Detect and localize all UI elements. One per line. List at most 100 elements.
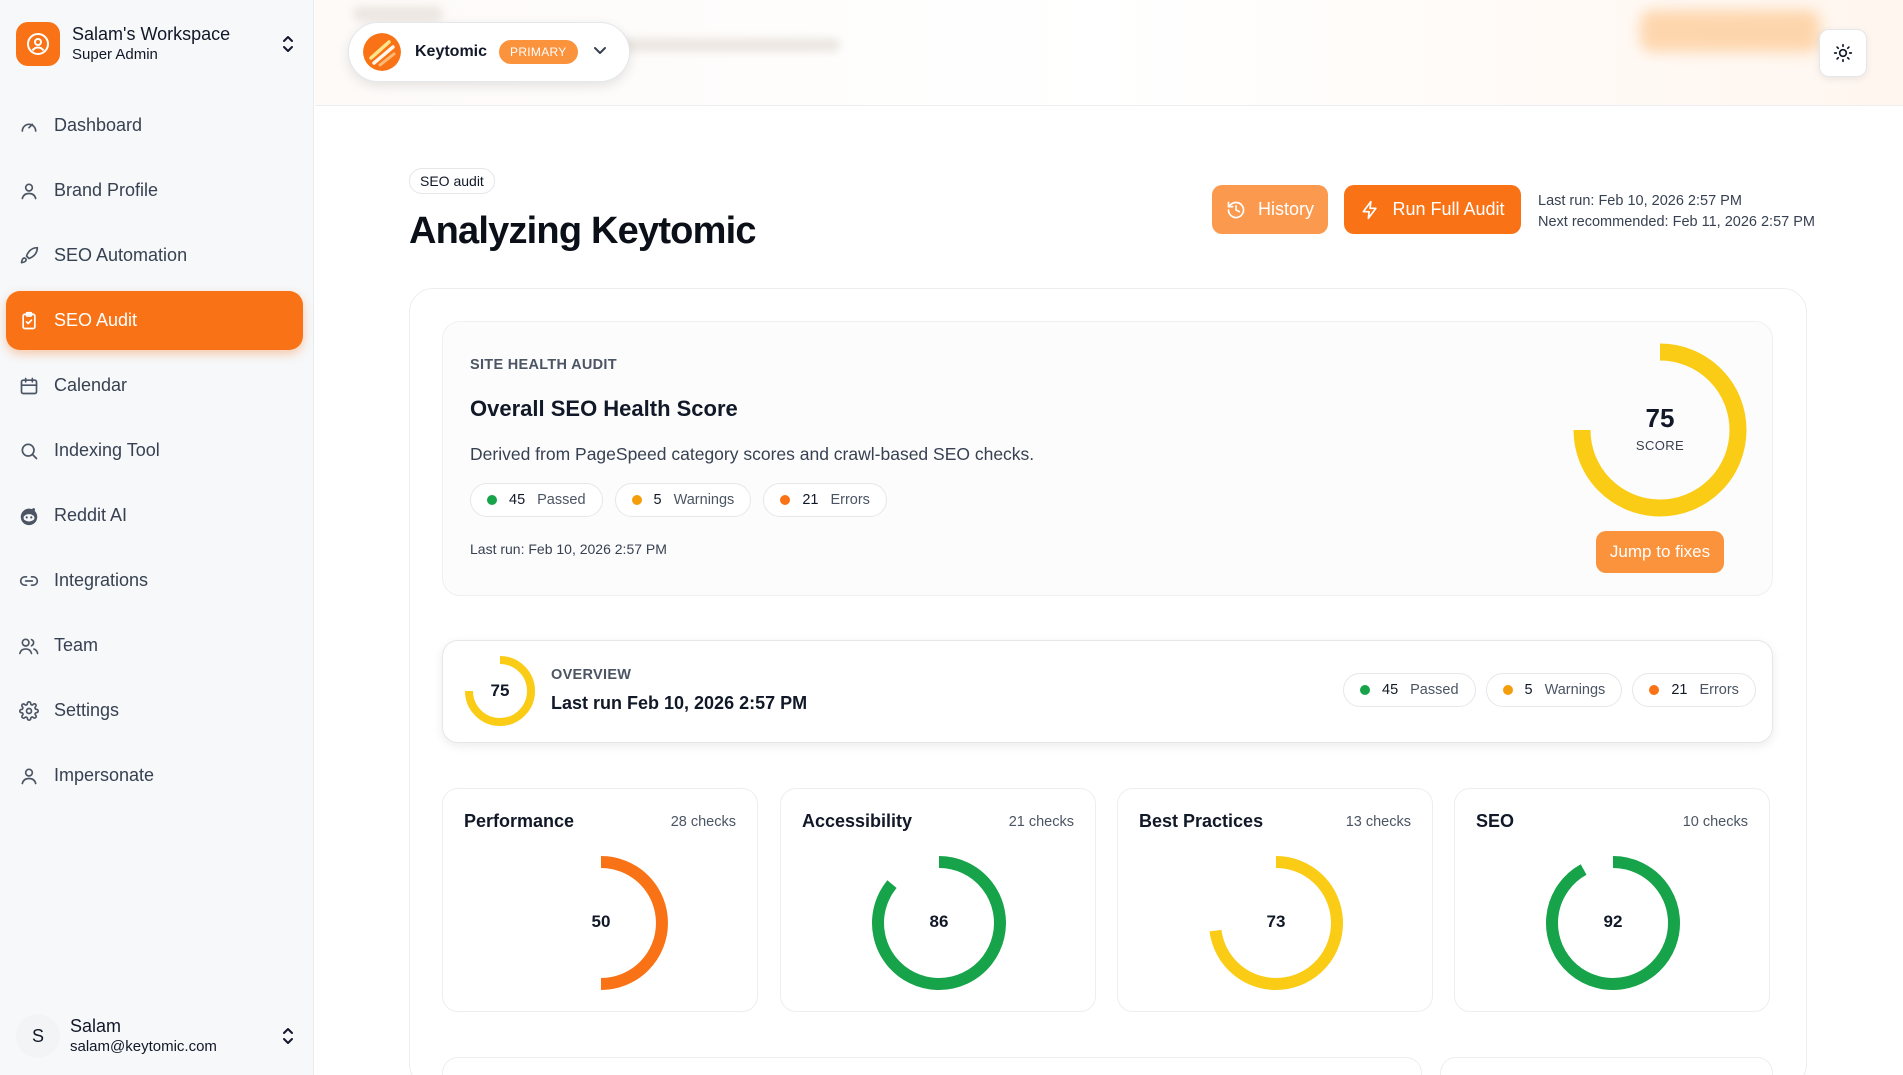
errors-count: 21 <box>1671 682 1688 698</box>
rocket-icon <box>17 244 41 268</box>
overview-title: Last run Feb 10, 2026 2:57 PM <box>551 693 808 713</box>
jump-to-fixes-button[interactable]: Jump to fixes <box>1596 531 1724 573</box>
category-card-best-practices[interactable]: Best Practices 13 checks 73 <box>1117 788 1433 1012</box>
category-checks: 21 checks <box>1008 814 1074 830</box>
warnings-label: Warnings <box>673 492 735 508</box>
clipboard-check-icon <box>17 309 41 333</box>
health-score-value: 75 <box>1645 403 1675 433</box>
category-title: Performance <box>464 811 575 831</box>
history-label: History <box>1257 199 1314 219</box>
errors-label: Errors <box>1699 682 1739 698</box>
category-checks: 10 checks <box>1682 814 1748 830</box>
history-button[interactable]: History <box>1212 185 1328 234</box>
brand-switcher[interactable]: Keytomic PRIMARY <box>348 22 630 82</box>
passed-label: Passed <box>537 492 586 508</box>
chevrons-up-down-icon <box>278 1024 298 1048</box>
last-run-text: Last run: Feb 10, 2026 2:57 PM <box>1538 193 1742 209</box>
overview-score-value: 75 <box>490 681 510 700</box>
sidebar-item-label: Impersonate <box>54 765 155 785</box>
sidebar-item-indexing-tool[interactable]: Indexing Tool <box>6 421 303 480</box>
sidebar-item-label: SEO Automation <box>54 245 188 265</box>
blurred-button <box>1640 10 1820 52</box>
passed-dot-icon <box>1360 685 1370 695</box>
sidebar-item-label: Brand Profile <box>54 180 159 200</box>
warnings-count: 5 <box>1524 682 1533 698</box>
sidebar-item-label: Indexing Tool <box>54 440 160 460</box>
passed-count: 45 <box>509 492 526 508</box>
overview-summary-chips: 45 Passed 5 Warnings 21 Errors <box>1343 673 1756 707</box>
blurred-heading <box>353 6 443 22</box>
passed-chip: 45 Passed <box>470 483 603 517</box>
sidebar-item-integrations[interactable]: Integrations <box>6 551 303 610</box>
errors-chip: 21 Errors <box>763 483 887 517</box>
chevron-down-icon <box>592 42 608 63</box>
health-last-run: Last run: Feb 10, 2026 2:57 PM <box>470 541 667 557</box>
category-card-seo[interactable]: SEO 10 checks 92 <box>1454 788 1770 1012</box>
avatar: S <box>16 1014 60 1058</box>
sidebar-item-seo-audit[interactable]: SEO Audit <box>6 291 303 350</box>
sidebar-item-label: Integrations <box>54 570 149 590</box>
category-title: Accessibility <box>802 811 913 831</box>
warnings-chip: 5 Warnings <box>1485 673 1623 707</box>
warnings-count: 5 <box>653 492 662 508</box>
blurred-subheading <box>620 38 840 52</box>
gear-icon <box>17 699 41 723</box>
users-icon <box>17 634 41 658</box>
errors-count: 21 <box>802 492 819 508</box>
health-score-label: SCORE <box>1635 438 1685 453</box>
sidebar-nav: Dashboard Brand Profile SEO Automation S… <box>6 96 303 811</box>
warning-dot-icon <box>1502 685 1513 695</box>
sidebar-item-label: Calendar <box>54 375 128 395</box>
sidebar-item-reddit-ai[interactable]: Reddit AI <box>6 486 303 545</box>
sidebar-item-team[interactable]: Team <box>6 616 303 675</box>
category-card-performance[interactable]: Performance 28 checks 50 <box>442 788 758 1012</box>
run-schedule: Last run: Feb 10, 2026 2:57 PM Next reco… <box>1538 191 1815 233</box>
gauge-icon <box>17 114 41 138</box>
site-health-label: SITE HEALTH AUDIT <box>470 357 617 373</box>
sidebar-item-label: Reddit AI <box>54 505 128 525</box>
user-icon <box>17 764 41 788</box>
workspace-switcher[interactable]: Salam's Workspace Super Admin <box>16 20 298 68</box>
site-health-title: Overall SEO Health Score <box>470 396 738 421</box>
user-menu[interactable]: S Salam salam@keytomic.com <box>16 1010 298 1062</box>
theme-toggle-button[interactable] <box>1819 29 1867 77</box>
sidebar-item-label: Dashboard <box>54 115 143 135</box>
sidebar-item-seo-automation[interactable]: SEO Automation <box>6 226 303 285</box>
workspace-role: Super Admin <box>72 46 158 63</box>
category-score: 50 <box>591 912 611 931</box>
search-icon <box>17 439 41 463</box>
next-recommended-text: Next recommended: Feb 11, 2026 2:57 PM <box>1538 214 1815 230</box>
category-score: 92 <box>1603 912 1623 931</box>
category-score: 86 <box>929 912 949 931</box>
reddit-icon <box>17 504 41 528</box>
overview-label: OVERVIEW <box>551 667 632 683</box>
history-icon <box>1227 201 1245 218</box>
sidebar-item-dashboard[interactable]: Dashboard <box>6 96 303 155</box>
category-title: Best Practices <box>1139 811 1264 831</box>
passed-dot-icon <box>487 495 497 505</box>
warnings-label: Warnings <box>1544 682 1606 698</box>
bottom-card-right <box>1440 1057 1773 1075</box>
sidebar-item-brand-profile[interactable]: Brand Profile <box>6 161 303 220</box>
chevrons-up-down-icon <box>278 32 298 56</box>
category-score: 73 <box>1266 912 1286 931</box>
user-email: salam@keytomic.com <box>70 1038 217 1055</box>
sun-icon <box>1833 43 1853 63</box>
bottom-card-left <box>442 1057 1422 1075</box>
zap-icon <box>1362 200 1378 219</box>
sidebar-item-calendar[interactable]: Calendar <box>6 356 303 415</box>
errors-chip: 21 Errors <box>1632 673 1756 707</box>
sidebar-item-label: Settings <box>54 700 120 720</box>
sidebar-item-label: SEO Audit <box>54 310 138 330</box>
sidebar-item-label: Team <box>54 635 99 655</box>
page-tag: SEO audit <box>409 168 495 194</box>
brand-logo-icon <box>363 33 401 71</box>
sidebar-item-impersonate[interactable]: Impersonate <box>6 746 303 805</box>
category-card-accessibility[interactable]: Accessibility 21 checks 86 <box>780 788 1096 1012</box>
run-full-audit-button[interactable]: Run Full Audit <box>1344 185 1521 234</box>
user-icon <box>17 179 41 203</box>
sidebar: Salam's Workspace Super Admin Dashboard … <box>0 0 314 1075</box>
sidebar-item-settings[interactable]: Settings <box>6 681 303 740</box>
passed-chip: 45 Passed <box>1343 673 1476 707</box>
warnings-chip: 5 Warnings <box>614 483 752 517</box>
